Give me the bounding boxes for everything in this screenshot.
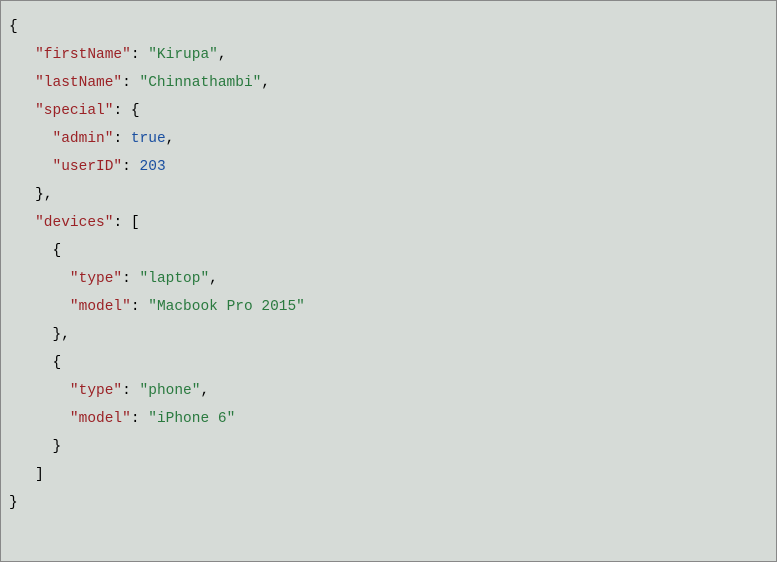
key-lastName: "lastName" <box>35 75 122 91</box>
brace-open: { <box>9 19 18 35</box>
brace-close: } <box>9 495 18 511</box>
key-model: "model" <box>70 299 131 315</box>
key-special: "special" <box>35 103 113 119</box>
comma: , <box>209 271 218 287</box>
value-userID: 203 <box>140 159 166 175</box>
bracket-open: [ <box>131 215 140 231</box>
brace-close: } <box>53 327 62 343</box>
key-model: "model" <box>70 411 131 427</box>
comma: , <box>218 47 227 63</box>
space <box>131 383 140 399</box>
colon: : <box>122 271 131 287</box>
key-userID: "userID" <box>53 159 123 175</box>
comma: , <box>200 383 209 399</box>
space <box>131 159 140 175</box>
brace-close: } <box>35 187 44 203</box>
colon: : <box>113 215 122 231</box>
brace-open: { <box>53 355 62 371</box>
colon: : <box>122 159 131 175</box>
colon: : <box>113 103 122 119</box>
json-code-block: { "firstName": "Kirupa", "lastName": "Ch… <box>9 13 768 517</box>
comma: , <box>261 75 270 91</box>
value-firstName: "Kirupa" <box>148 47 218 63</box>
value-dev2-model: "iPhone 6" <box>148 411 235 427</box>
key-type: "type" <box>70 383 122 399</box>
value-dev2-type: "phone" <box>140 383 201 399</box>
bracket-close: ] <box>35 467 44 483</box>
brace-open: { <box>53 243 62 259</box>
key-type: "type" <box>70 271 122 287</box>
space <box>131 271 140 287</box>
space <box>140 47 149 63</box>
space <box>131 75 140 91</box>
value-dev1-model: "Macbook Pro 2015" <box>148 299 305 315</box>
colon: : <box>122 75 131 91</box>
comma: , <box>44 187 53 203</box>
space <box>140 411 149 427</box>
colon: : <box>131 411 140 427</box>
colon: : <box>122 383 131 399</box>
value-admin: true <box>131 131 166 147</box>
colon: : <box>131 47 140 63</box>
space <box>122 131 131 147</box>
space <box>122 103 131 119</box>
comma: , <box>166 131 175 147</box>
brace-open: { <box>131 103 140 119</box>
key-firstName: "firstName" <box>35 47 131 63</box>
comma: , <box>61 327 70 343</box>
colon: : <box>131 299 140 315</box>
space <box>140 299 149 315</box>
colon: : <box>113 131 122 147</box>
space <box>122 215 131 231</box>
key-devices: "devices" <box>35 215 113 231</box>
value-dev1-type: "laptop" <box>140 271 210 287</box>
brace-close: } <box>53 439 62 455</box>
value-lastName: "Chinnathambi" <box>140 75 262 91</box>
key-admin: "admin" <box>53 131 114 147</box>
